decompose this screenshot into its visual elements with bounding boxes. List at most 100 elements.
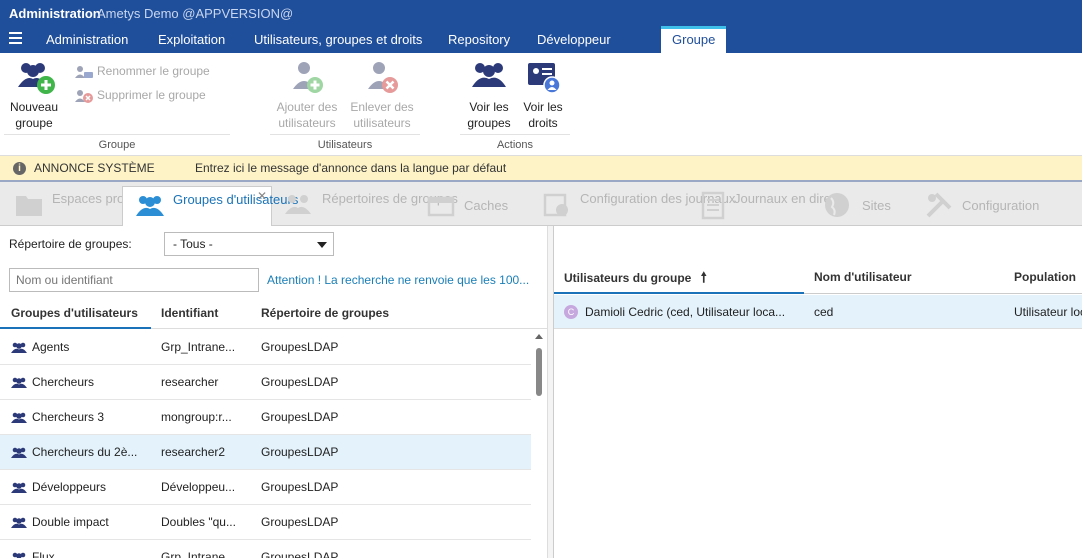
tab-group-directories[interactable]: Répertoires de groupes: [284, 186, 458, 226]
vertical-scrollbar[interactable]: [533, 330, 545, 558]
tab-exploitation[interactable]: Exploitation: [154, 26, 229, 53]
group-icon: [11, 376, 27, 389]
group-users-panel: Utilisateurs du groupe 🠕 Nom d'utilisate…: [554, 226, 1082, 558]
group-identifier: researcher: [161, 375, 219, 389]
table-row[interactable]: Chercheurs researcher GroupesLDAP: [0, 365, 531, 400]
table-row[interactable]: Agents Grp_Intrane... GroupesLDAP: [0, 330, 531, 365]
delete-group-button[interactable]: Supprimer le groupe: [74, 87, 206, 104]
log-config-icon: [543, 193, 568, 217]
tab-users-groups-rights[interactable]: Utilisateurs, groupes et droits: [250, 26, 426, 53]
view-rights-button[interactable]: Voir les droits: [518, 59, 568, 131]
system-announcement-bar: i ANNONCE SYSTÈME Entrez ici le message …: [0, 156, 1082, 182]
group-icon: [11, 516, 27, 529]
rename-group-label: Renommer le groupe: [97, 64, 210, 78]
groups-table-header: Groupes d'utilisateurs Identifiant Réper…: [0, 299, 547, 329]
tools-icon: [926, 192, 952, 218]
column-group-users-label: Utilisateurs du groupe: [564, 271, 692, 285]
search-input[interactable]: [9, 268, 259, 292]
table-row[interactable]: C Damioli Cedric (ced, Utilisateur loca.…: [554, 295, 1082, 329]
group-directory-label: Répertoire de groupes:: [9, 237, 132, 251]
group-identifier: researcher2: [161, 445, 226, 459]
add-user-icon: [289, 59, 325, 95]
document-icon: [701, 191, 725, 220]
tab-caches[interactable]: Caches: [426, 186, 526, 226]
tab-user-groups[interactable]: Groupes d'utilisateurs ✕: [122, 186, 298, 226]
table-row[interactable]: Double impact Doubles "qu... GroupesLDAP: [0, 505, 531, 540]
group-name: Chercheurs: [32, 375, 95, 389]
column-population[interactable]: Population: [1014, 262, 1076, 294]
title-bar: Administration Ametys Demo @APPVERSION@ …: [0, 0, 1082, 53]
chevron-down-icon: [317, 242, 327, 248]
tab-log-configuration[interactable]: Configuration des journaux: [542, 186, 735, 226]
tab-live-logs[interactable]: Journaux en direct: [698, 186, 841, 226]
tab-configuration-label: Configuration: [962, 198, 1040, 213]
info-icon: i: [13, 162, 26, 175]
column-identifier[interactable]: Identifiant: [161, 299, 218, 329]
remove-users-button[interactable]: Enlever des utilisateurs: [346, 59, 418, 131]
remove-user-icon: [364, 59, 400, 95]
table-row[interactable]: Développeurs Développeu... GroupesLDAP: [0, 470, 531, 505]
group-icon: [11, 446, 27, 459]
table-row[interactable]: Chercheurs 3 mongroup:r... GroupesLDAP: [0, 400, 531, 435]
column-user-groups[interactable]: Groupes d'utilisateurs: [0, 299, 151, 329]
divider: [270, 134, 420, 135]
group-directory-value: - Tous -: [173, 237, 213, 251]
column-username[interactable]: Nom d'utilisateur: [814, 262, 912, 294]
remove-users-label: Enlever des utilisateurs: [350, 100, 414, 130]
rename-group-button[interactable]: Renommer le groupe: [74, 63, 210, 80]
user-full-name: Damioli Cedric (ced, Utilisateur loca...: [585, 305, 786, 319]
app-subtitle: Ametys Demo @APPVERSION@: [97, 6, 294, 21]
group-identifier: Doubles "qu...: [161, 515, 236, 529]
rename-group-icon: [74, 64, 94, 80]
add-users-button[interactable]: Ajouter des utilisateurs: [272, 59, 342, 131]
column-group-directory[interactable]: Répertoire de groupes: [261, 299, 389, 329]
group-directories-icon: [285, 195, 311, 214]
table-row[interactable]: Chercheurs du 2è... researcher2 GroupesLDA…: [0, 435, 531, 470]
group-section-label: Groupe: [98, 139, 136, 151]
group-name: Flux: [32, 550, 55, 558]
close-tab-icon[interactable]: ✕: [257, 189, 267, 204]
groups-table-body: Agents Grp_Intrane... GroupesLDAP Chercheur…: [0, 330, 531, 558]
delete-group-label: Supprimer le groupe: [97, 88, 206, 102]
group-directory: GroupesLDAP: [261, 480, 339, 494]
new-group-button[interactable]: Nouveau groupe: [6, 59, 62, 131]
group-icon: [11, 481, 27, 494]
groups-icon: [471, 59, 507, 95]
tab-administration[interactable]: Administration: [42, 26, 132, 53]
view-groups-button[interactable]: Voir les groupes: [462, 59, 516, 131]
tab-repository[interactable]: Repository: [444, 26, 514, 53]
divider: [4, 134, 230, 135]
delete-group-icon: [74, 88, 94, 104]
groups-panel: Répertoire de groupes: - Tous - Attentio…: [0, 226, 547, 558]
tab-project-spaces[interactable]: Espaces projets: [14, 186, 145, 226]
panel-splitter[interactable]: [547, 226, 554, 558]
app-title: Administration: [9, 6, 101, 21]
new-group-label: Nouveau groupe: [9, 100, 59, 130]
table-row[interactable]: Flux Grp_Intrane... GroupesLDAP: [0, 540, 531, 558]
tab-group[interactable]: Groupe: [661, 26, 727, 53]
group-directory: GroupesLDAP: [261, 340, 339, 354]
group-icon: [11, 341, 27, 354]
announcement-message[interactable]: Entrez ici le message d'annonce dans la …: [195, 161, 506, 175]
group-identifier: Grp_Intrane...: [161, 340, 236, 354]
group-directory-select[interactable]: - Tous -: [164, 232, 334, 256]
scroll-up-arrow-icon[interactable]: [535, 334, 543, 339]
column-group-users[interactable]: Utilisateurs du groupe 🠕: [554, 262, 804, 294]
tab-developer[interactable]: Développeur: [533, 26, 615, 53]
group-icon: [11, 411, 27, 424]
scrollbar-thumb[interactable]: [536, 348, 542, 396]
tab-configuration[interactable]: Configuration: [924, 186, 1054, 226]
hamburger-menu-icon[interactable]: [9, 32, 22, 44]
user-population: Utilisateur local: [1014, 305, 1082, 319]
group-identifier: Grp_Intrane...: [161, 550, 236, 558]
group-name: Double impact: [32, 515, 109, 529]
group-identifier: mongroup:r...: [161, 410, 232, 424]
add-users-label: Ajouter des utilisateurs: [276, 100, 338, 130]
tab-user-groups-label: Groupes d'utilisateurs: [173, 192, 299, 207]
sort-ascending-icon: 🠕: [700, 269, 707, 285]
group-directory: GroupesLDAP: [261, 410, 339, 424]
actions-section-label: Actions: [496, 139, 534, 151]
group-name: Chercheurs du 2è...: [32, 445, 138, 459]
divider: [460, 134, 570, 135]
tab-sites[interactable]: Sites: [822, 186, 912, 226]
